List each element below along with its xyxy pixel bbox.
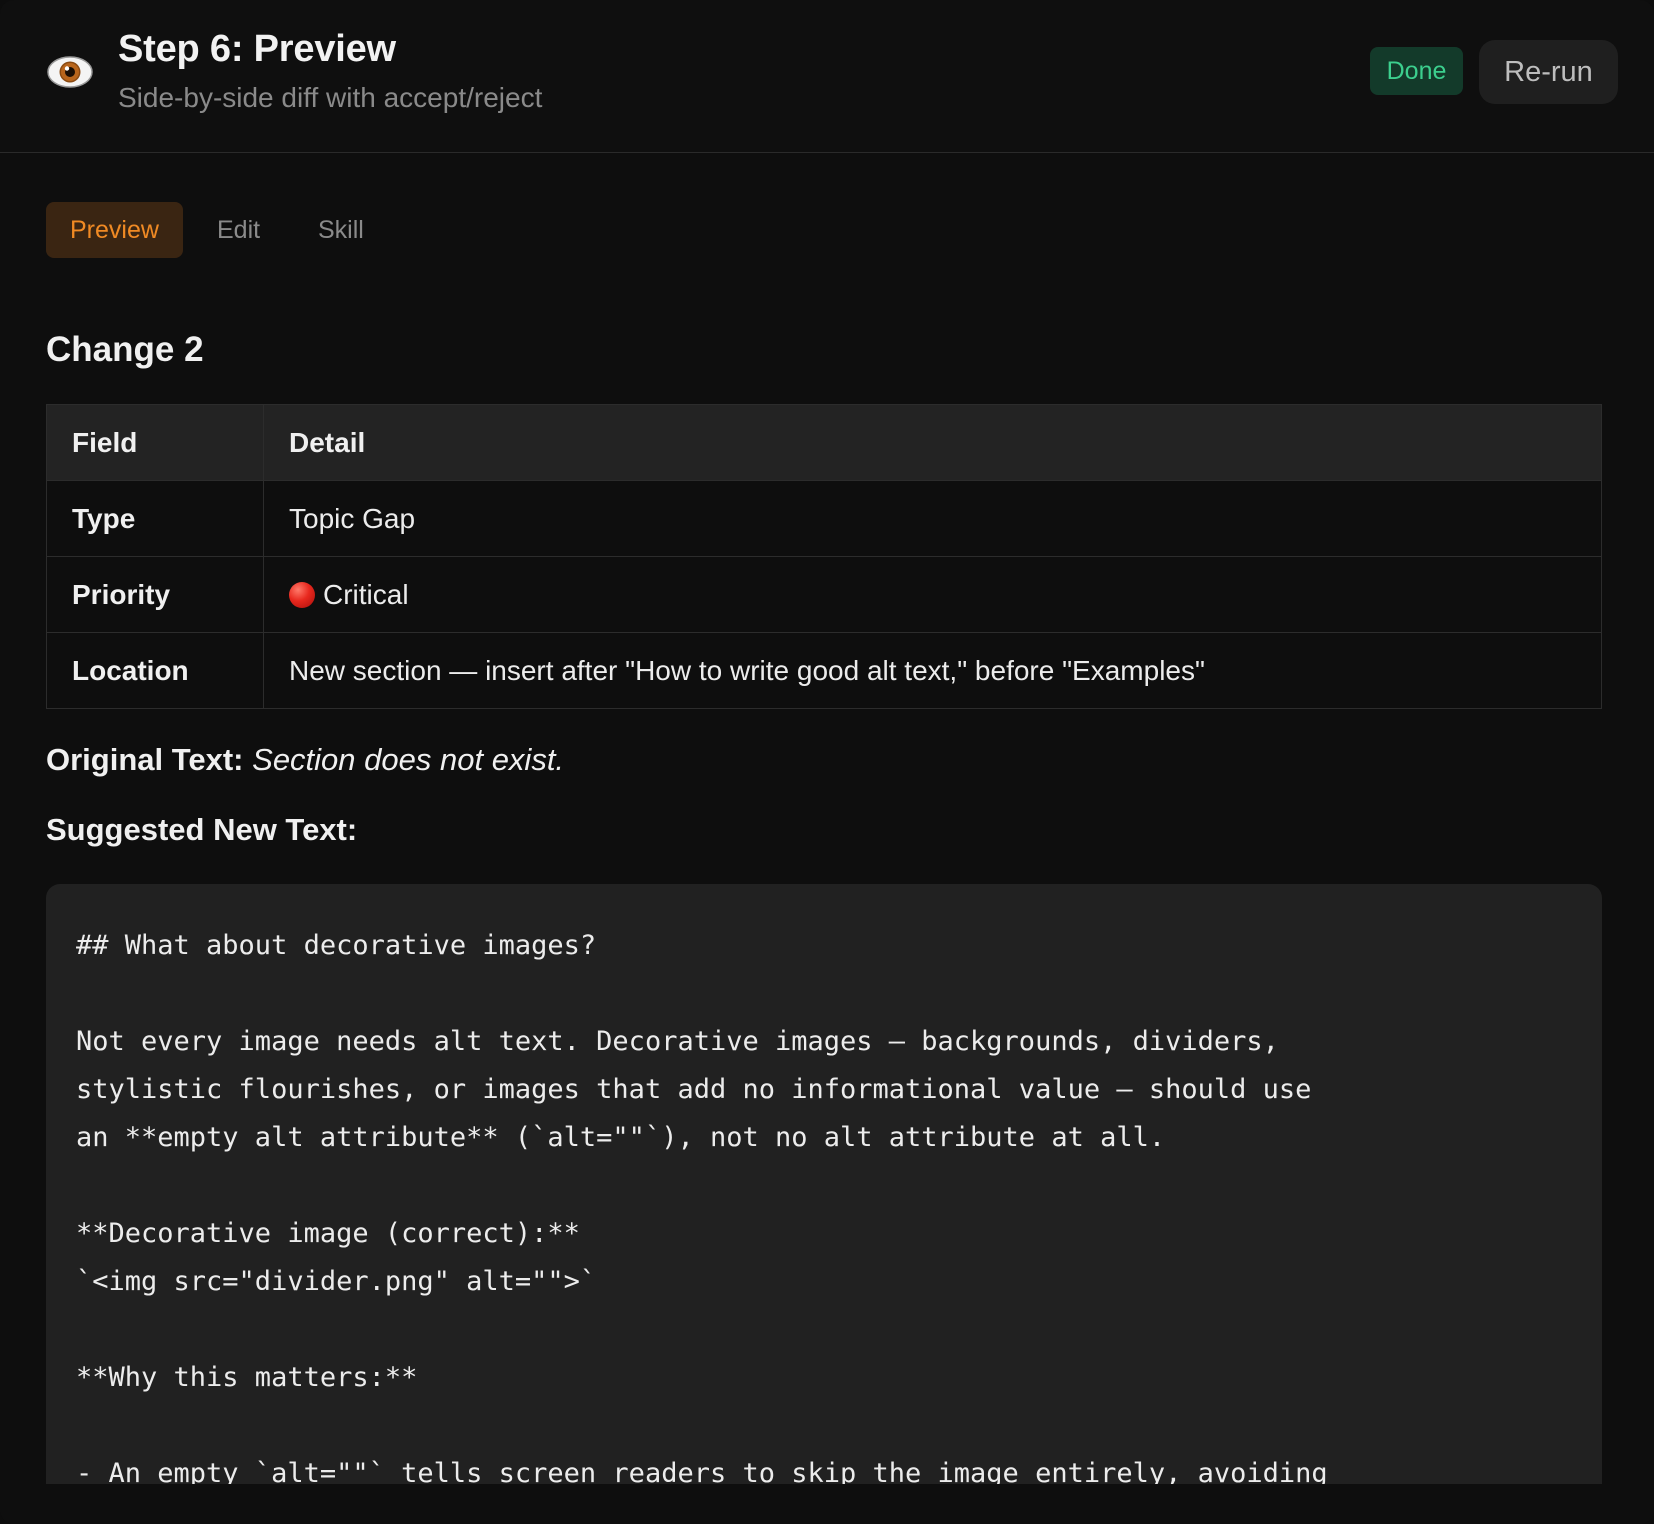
row-detail-priority: Critical bbox=[263, 556, 1602, 633]
column-header-field: Field bbox=[46, 404, 264, 481]
suggested-code-text: ## What about decorative images? Not eve… bbox=[76, 930, 1328, 1484]
table-header-row: Field Detail bbox=[46, 404, 1602, 481]
tab-skill[interactable]: Skill bbox=[318, 202, 364, 258]
column-header-detail: Detail bbox=[263, 404, 1602, 481]
eye-icon bbox=[47, 56, 93, 88]
row-field-priority: Priority bbox=[46, 556, 264, 633]
original-text-line: Original Text: Section does not exist. bbox=[46, 742, 564, 778]
table-row: Location New section — insert after "How… bbox=[46, 632, 1602, 709]
step-panel: Step 6: Preview Side-by-side diff with a… bbox=[0, 0, 1654, 1524]
suggested-code-block[interactable]: ## What about decorative images? Not eve… bbox=[46, 884, 1602, 1484]
original-text-value: Section does not exist. bbox=[252, 742, 565, 777]
row-field-type: Type bbox=[46, 480, 264, 557]
rerun-button[interactable]: Re-run bbox=[1479, 40, 1618, 104]
red-circle-icon bbox=[289, 581, 315, 608]
priority-value: Critical bbox=[323, 578, 409, 610]
original-text-label: Original Text: bbox=[46, 742, 244, 777]
row-field-location: Location bbox=[46, 632, 264, 709]
change-detail-table: Field Detail Type Topic Gap Priority Cri… bbox=[46, 404, 1602, 709]
step-title: Step 6: Preview bbox=[118, 28, 396, 70]
row-detail-type: Topic Gap bbox=[263, 480, 1602, 557]
table-row: Type Topic Gap bbox=[46, 480, 1602, 557]
step-subtitle: Side-by-side diff with accept/reject bbox=[118, 82, 543, 113]
row-detail-location: New section — insert after "How to write… bbox=[263, 632, 1602, 709]
table-row: Priority Critical bbox=[46, 556, 1602, 633]
status-badge: Done bbox=[1370, 47, 1463, 95]
suggested-text-label: Suggested New Text: bbox=[46, 812, 358, 847]
tab-preview[interactable]: Preview bbox=[46, 202, 183, 258]
step-header: Step 6: Preview Side-by-side diff with a… bbox=[0, 0, 1654, 153]
tab-edit[interactable]: Edit bbox=[217, 202, 260, 258]
change-heading: Change 2 bbox=[46, 330, 204, 369]
